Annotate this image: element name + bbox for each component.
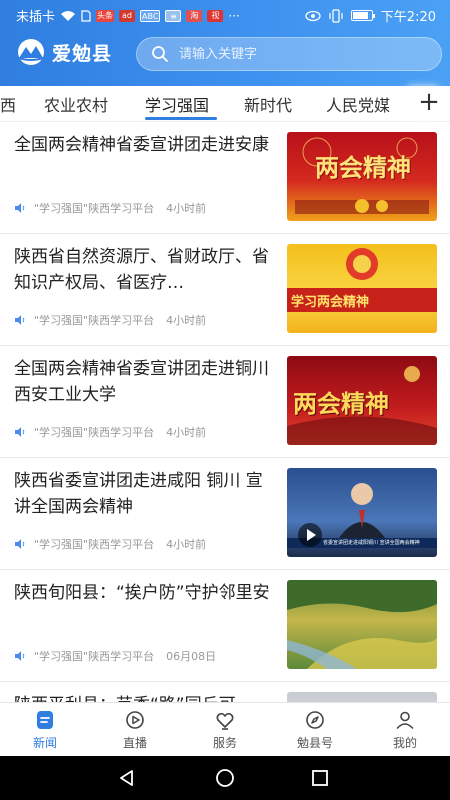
app-notification-icon: ABC bbox=[140, 9, 161, 22]
recent-apps-icon[interactable] bbox=[310, 768, 330, 788]
clock-text: 下午2:20 bbox=[380, 10, 436, 25]
news-source: "学习强国"陕西学习平台 bbox=[34, 426, 155, 439]
logo-mountain-icon bbox=[18, 39, 44, 65]
thumbnail-caption: 两会精神 bbox=[315, 153, 411, 182]
news-title: 全国两会精神省委宣讲团走进安康 bbox=[14, 135, 269, 155]
news-item[interactable]: 陕西旬阳县：“挨户防”守护邻里安 "学习强国"陕西学习平台 06月08日 bbox=[0, 570, 450, 682]
news-meta: "学习强国"陕西学习平台 4小时前 bbox=[14, 536, 206, 552]
carrier-text: 未插卡 bbox=[16, 10, 56, 25]
village-landscape-image bbox=[287, 580, 437, 669]
news-source: "学习强国"陕西学习平台 bbox=[34, 650, 155, 663]
search-icon bbox=[152, 46, 168, 62]
nav-me[interactable]: 我的 bbox=[360, 709, 450, 751]
app-notification-icon: ad bbox=[119, 9, 136, 22]
category-tabs: 西 农业农村 学习强国 新时代 人民党媒 + bbox=[0, 86, 450, 122]
audio-icon bbox=[15, 651, 25, 661]
news-thumbnail: 两会精神 bbox=[287, 356, 437, 445]
audio-icon bbox=[15, 203, 25, 213]
news-thumbnail bbox=[287, 692, 437, 702]
search-input[interactable] bbox=[179, 46, 419, 62]
audio-icon bbox=[15, 427, 25, 437]
app-header: 爱勉县 bbox=[0, 28, 450, 86]
app-name: 爱勉县 bbox=[52, 42, 113, 65]
more-notifications-icon: ··· bbox=[228, 8, 240, 23]
news-time: 4小时前 bbox=[166, 426, 207, 439]
audio-icon bbox=[15, 315, 25, 325]
vibrate-icon bbox=[329, 8, 343, 23]
active-tab-indicator bbox=[145, 117, 217, 120]
tab-new-era[interactable]: 新时代 bbox=[244, 92, 292, 116]
news-source: "学习强国"陕西学习平台 bbox=[34, 202, 155, 215]
thumbnail-caption: 两会精神 bbox=[293, 389, 389, 418]
tab-xi[interactable]: 西 bbox=[0, 92, 16, 116]
news-item[interactable]: 陕西省自然资源厅、省财政厅、省知识产权局、省医疗… "学习强国"陕西学习平台 4… bbox=[0, 234, 450, 346]
battery-icon bbox=[350, 10, 375, 21]
news-meta: "学习强国"陕西学习平台 4小时前 bbox=[14, 312, 206, 328]
news-title: 陕西省自然资源厅、省财政厅、省知识产权局、省医疗… bbox=[14, 247, 269, 293]
nav-news[interactable]: 新闻 bbox=[0, 709, 90, 751]
system-navigation-bar bbox=[0, 756, 450, 800]
app-notification-icon: ≡ bbox=[165, 9, 182, 22]
app-header-background: 未插卡 头条 ad ABC ≡ 淘 视 ··· 下午2:20 爱勉县 bbox=[0, 0, 450, 86]
thumbnail-caption: 省委宣讲团走进咸阳铜川 宣讲全国两会精神 bbox=[323, 540, 420, 546]
news-time: 06月08日 bbox=[166, 650, 217, 663]
nav-service[interactable]: 服务 bbox=[180, 709, 270, 751]
news-meta: "学习强国"陕西学习平台 4小时前 bbox=[14, 424, 206, 440]
news-thumbnail: 两会精神 bbox=[287, 132, 437, 221]
wifi-icon bbox=[61, 10, 76, 21]
app-notification-icon: 淘 bbox=[186, 9, 203, 22]
news-meta: "学习强国"陕西学习平台 06月08日 bbox=[14, 648, 216, 664]
news-item[interactable]: 陕西省委宣讲团走进咸阳 铜川 宣讲全国两会精神 "学习强国"陕西学习平台 4小时… bbox=[0, 458, 450, 570]
nav-label: 勉县号 bbox=[296, 736, 333, 750]
news-time: 4小时前 bbox=[166, 314, 207, 327]
news-title: 陕西省委宣讲团走进咸阳 铜川 宣讲全国两会精神 bbox=[14, 471, 263, 517]
tab-agriculture[interactable]: 农业农村 bbox=[44, 92, 108, 116]
news-time: 4小时前 bbox=[166, 538, 207, 551]
nav-live[interactable]: 直播 bbox=[90, 709, 180, 751]
live-icon bbox=[126, 711, 144, 729]
service-icon bbox=[216, 712, 234, 730]
news-meta: "学习强国"陕西学习平台 4小时前 bbox=[14, 200, 206, 216]
play-icon[interactable] bbox=[297, 522, 323, 548]
news-list: 全国两会精神省委宣讲团走进安康 "学习强国"陕西学习平台 4小时前 两会精神 陕… bbox=[0, 122, 450, 702]
nav-label: 我的 bbox=[392, 736, 417, 750]
sim-card-icon bbox=[81, 9, 91, 22]
news-app-notification-icon: 头条 bbox=[96, 9, 115, 22]
news-thumbnail bbox=[287, 580, 437, 669]
home-icon[interactable] bbox=[215, 768, 235, 788]
news-title: 陕西平利县：芸香“路”园丘可 bbox=[14, 692, 276, 702]
nav-label: 新闻 bbox=[32, 736, 57, 750]
thumbnail-caption: 学习两会精神 bbox=[291, 295, 370, 310]
add-channel-button[interactable]: + bbox=[414, 87, 444, 119]
bottom-navigation: 新闻 直播 服务 勉县号 我的 bbox=[0, 702, 450, 756]
app-notification-icon: 视 bbox=[207, 9, 224, 22]
news-title: 全国两会精神省委宣讲团走进铜川 西安工业大学 bbox=[14, 359, 269, 405]
news-title: 陕西旬阳县：“挨户防”守护邻里安 bbox=[14, 583, 270, 603]
nav-label: 服务 bbox=[212, 736, 237, 750]
compass-icon bbox=[306, 711, 324, 729]
news-source: "学习强国"陕西学习平台 bbox=[34, 314, 155, 327]
nav-mianxian-account[interactable]: 勉县号 bbox=[270, 709, 360, 751]
news-video-thumbnail[interactable]: 省委宣讲团走进咸阳铜川 宣讲全国两会精神 bbox=[287, 468, 437, 557]
back-icon[interactable] bbox=[117, 768, 137, 788]
tab-peoples-party-media[interactable]: 人民党媒 bbox=[326, 92, 390, 116]
news-thumbnail: 学习两会精神 bbox=[287, 244, 437, 333]
news-item[interactable]: 全国两会精神省委宣讲团走进安康 "学习强国"陕西学习平台 4小时前 两会精神 bbox=[0, 122, 450, 234]
decorative-emblem-image bbox=[287, 248, 437, 312]
news-item[interactable]: 陕西平利县：芸香“路”园丘可 bbox=[0, 682, 450, 702]
tab-xuexi-qiangguo[interactable]: 学习强国 bbox=[145, 92, 209, 116]
status-bar: 未插卡 头条 ad ABC ≡ 淘 视 ··· 下午2:20 bbox=[0, 0, 450, 28]
news-source: "学习强国"陕西学习平台 bbox=[34, 538, 155, 551]
news-icon bbox=[37, 711, 53, 729]
news-item[interactable]: 全国两会精神省委宣讲团走进铜川 西安工业大学 "学习强国"陕西学习平台 4小时前… bbox=[0, 346, 450, 458]
search-bar[interactable] bbox=[136, 37, 442, 71]
user-icon bbox=[396, 711, 414, 729]
app-logo[interactable]: 爱勉县 bbox=[14, 38, 112, 66]
eye-comfort-icon bbox=[305, 10, 321, 21]
nav-label: 直播 bbox=[122, 736, 147, 750]
news-time: 4小时前 bbox=[166, 202, 207, 215]
audio-icon bbox=[15, 539, 25, 549]
